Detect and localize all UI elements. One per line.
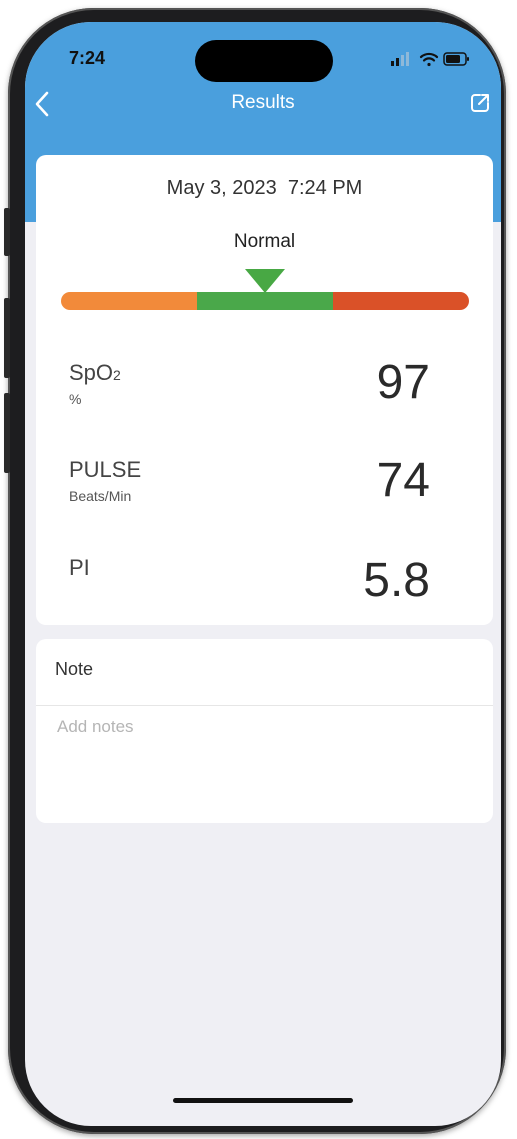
home-indicator[interactable]	[173, 1098, 353, 1103]
battery-icon	[443, 52, 469, 66]
measurement-time: 7:24 PM	[287, 177, 363, 199]
volume-up-button	[4, 298, 10, 378]
note-title: Note	[55, 659, 94, 679]
note-card: Note	[36, 639, 493, 823]
spo2-subscript: 2	[113, 367, 121, 383]
share-icon[interactable]	[469, 92, 491, 114]
result-card: May 3, 2023 7:24 PM Normal SpO2 % 97 PUL…	[36, 155, 493, 625]
spo2-value: 97	[376, 356, 430, 409]
range-bar	[61, 292, 469, 310]
status-icons	[391, 52, 469, 67]
volume-down-button	[4, 393, 10, 473]
spo2-label: SpO2	[69, 360, 121, 385]
pulse-value: 74	[376, 454, 430, 507]
note-divider	[36, 705, 493, 706]
pi-label: PI	[69, 555, 90, 580]
signal-icon	[391, 52, 409, 66]
measurement-datetime: May 3, 2023 7:24 PM	[36, 177, 493, 200]
range-segment-low	[61, 292, 197, 310]
wifi-icon	[419, 52, 439, 67]
status-label: Normal	[233, 231, 296, 252]
status-time: 7:24	[69, 48, 106, 68]
range-segment-high	[333, 292, 469, 310]
dynamic-island	[195, 40, 333, 82]
mute-switch	[4, 208, 10, 256]
screen: 7:24 Results May 3, 2023 7:24 PM Normal …	[25, 22, 501, 1126]
pulse-unit: Beats/Min	[69, 488, 132, 504]
range-segment-normal	[197, 292, 333, 310]
measurement-date: May 3, 2023	[166, 177, 277, 199]
page-title: Results	[231, 92, 295, 113]
note-input[interactable]	[55, 715, 479, 809]
pulse-label: PULSE	[69, 457, 142, 482]
range-indicator-icon	[245, 269, 285, 293]
pi-value: 5.8	[363, 554, 430, 607]
spo2-unit: %	[69, 391, 82, 407]
